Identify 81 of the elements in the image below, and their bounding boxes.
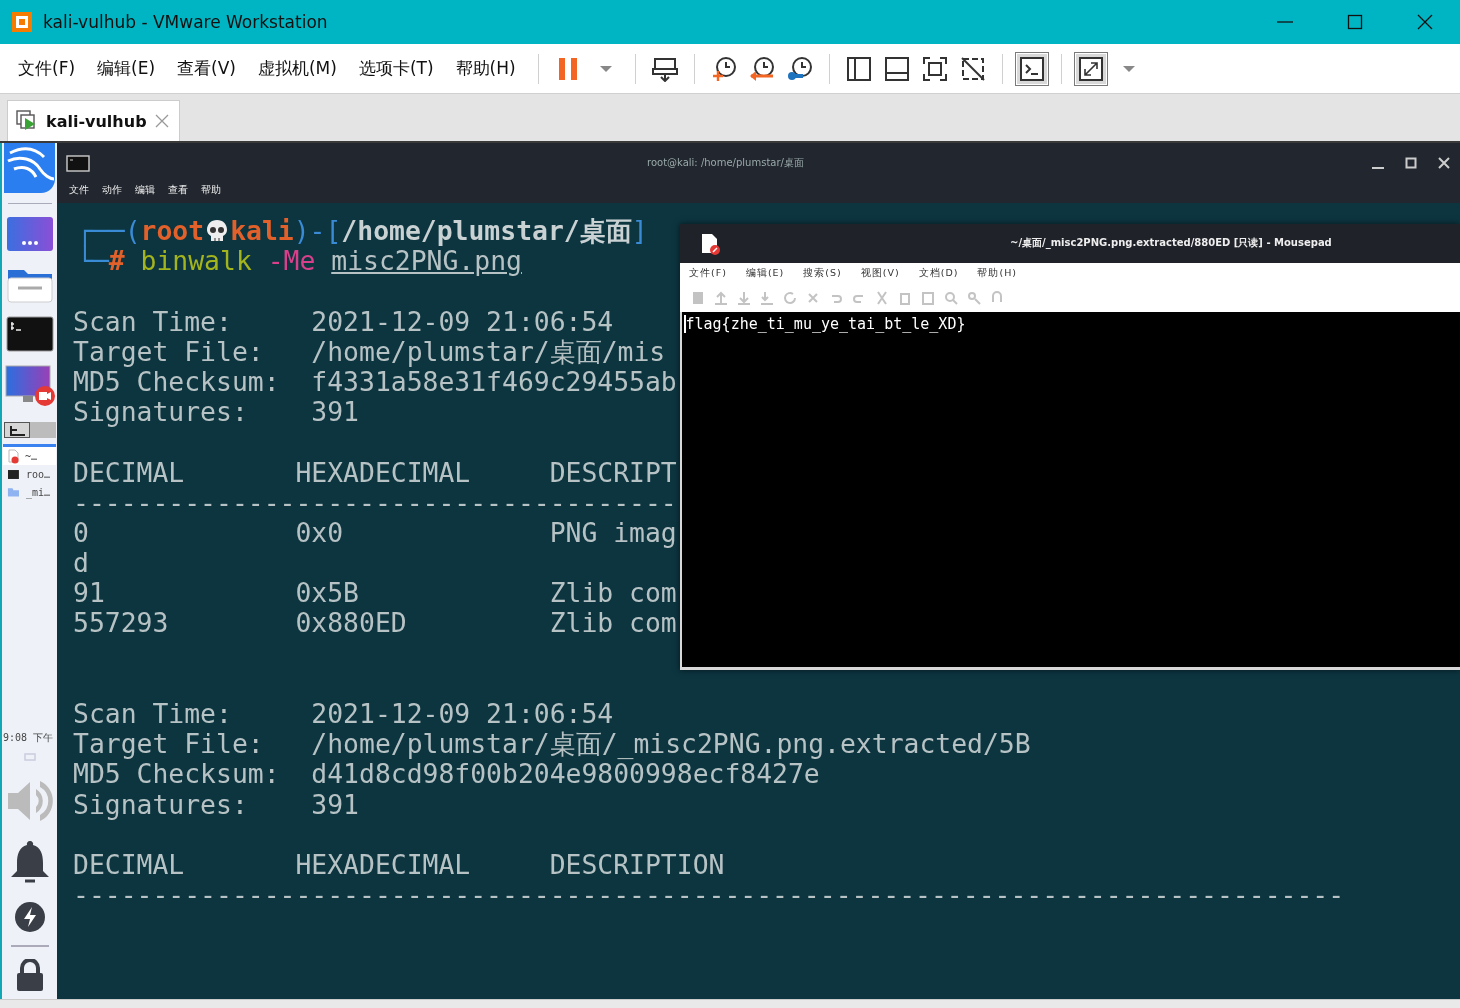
- menu-item[interactable]: 查看(V): [167, 53, 246, 84]
- terminal-title: root@kali: /home/plumstar/桌面: [647, 156, 804, 170]
- maximize-icon: [1347, 14, 1363, 30]
- terminal-icon: [66, 154, 90, 172]
- terminal-line: Signatures: 391: [73, 396, 359, 428]
- vm-play-icon: [16, 110, 38, 132]
- task-button[interactable]: roo…: [3, 465, 56, 483]
- menu-item[interactable]: 帮助(H): [445, 53, 526, 84]
- terminal-line: --------------------------------------: [73, 486, 677, 518]
- terminal-line: d: [73, 547, 89, 579]
- fullscreen-icon: [921, 55, 948, 82]
- crossed-window-icon: [959, 55, 986, 82]
- menu-item[interactable]: 文档(D): [913, 266, 964, 280]
- close-icon: [1437, 157, 1450, 169]
- terminal-icon: [7, 467, 20, 481]
- terminal-line: Scan Time: 2021-12-09 21:06:54: [73, 698, 614, 729]
- minimize-icon: [1277, 21, 1293, 23]
- terminal-line: DECIMAL HEXADECIMAL DESCRIPTION: [73, 848, 725, 880]
- terminal-icon: [1018, 55, 1045, 82]
- clock-plus-icon: [710, 55, 737, 82]
- menu-item[interactable]: 搜索(S): [798, 266, 847, 280]
- menu-item[interactable]: 文件: [63, 183, 95, 197]
- toolbar-button[interactable]: [1014, 51, 1049, 86]
- sidebar-layout-icon: [845, 55, 872, 82]
- terminal-line: Target File: /home/plumstar/桌面/mis: [73, 335, 666, 367]
- terminal-line: MD5 Checksum: d41d8cd98f00b204e9800998ecf8427e: [73, 758, 820, 790]
- app-logo-icon: [11, 11, 33, 33]
- workspace-switcher[interactable]: [3, 422, 56, 438]
- terminal-line: DECIMAL HEXADECIMAL DESCRIPT: [73, 456, 677, 488]
- clock: 9:08 下午: [3, 731, 55, 745]
- terminal-line: Target File: /home/plumstar/桌面/_misc2PNG.png.extracted/5B: [73, 728, 1031, 760]
- terminal-line: --------------------------------------------------------------------------------: [73, 879, 1345, 911]
- kali-menu-button[interactable]: [4, 143, 55, 193]
- menu-item[interactable]: 编辑: [129, 183, 161, 197]
- terminal-line: Scan Time: 2021-12-09 21:06:54: [73, 305, 614, 337]
- close-icon: [1417, 14, 1433, 30]
- terminal-line: 0 0x0 PNG imag: [73, 516, 677, 548]
- prompt-host-path: kali)-[/home/plumstar/桌面]: [230, 216, 648, 247]
- computer-arrow-icon: [651, 55, 678, 82]
- menu-item[interactable]: 文件(F): [684, 266, 732, 280]
- tab-label: kali-vulhub: [46, 111, 147, 131]
- menu-item[interactable]: 动作: [96, 183, 128, 197]
- prompt-user: ┌──(root: [77, 216, 205, 246]
- lock-icon[interactable]: [14, 959, 45, 991]
- clock-wrench-icon: [786, 55, 813, 82]
- text-editor[interactable]: flag{zhe_ti_mu_ye_tai_bt_le_XD}: [680, 312, 1460, 670]
- menu-item[interactable]: 选项卡(T): [348, 53, 444, 84]
- menu-item[interactable]: 文件(F): [8, 53, 86, 84]
- document-icon: [700, 232, 722, 255]
- vm-tab[interactable]: kali-vulhub: [7, 100, 180, 141]
- resize-icon: [1077, 55, 1104, 82]
- clock-arrow-icon: [748, 55, 775, 82]
- bottom-panel-icon: [883, 55, 910, 82]
- task-button[interactable]: ~…: [3, 447, 56, 465]
- folder-icon: [7, 485, 20, 499]
- menu-item[interactable]: 查看: [162, 183, 194, 197]
- command-line: └─# binwalk -Me misc2PNG.png: [77, 246, 522, 277]
- task-button[interactable]: _mi…: [3, 483, 56, 501]
- terminal-line: Signatures: 391: [73, 788, 359, 820]
- menu-item[interactable]: 帮助: [195, 183, 227, 197]
- menu-item[interactable]: 编辑(E): [740, 266, 790, 280]
- window-title: kali-vulhub - VMware Workstation: [43, 12, 328, 32]
- menu-item[interactable]: 编辑(E): [87, 53, 166, 84]
- terminal-icon: [5, 316, 54, 352]
- close-icon[interactable]: [154, 114, 169, 128]
- menu-item[interactable]: 帮助(H): [972, 266, 1022, 280]
- terminal-line: 557293 0x880ED Zlib com: [73, 607, 677, 639]
- screen-recorder-icon: [4, 364, 55, 408]
- editor-title: ~/桌面/_misc2PNG.png.extracted/880ED [只读] - Mousepad: [1010, 236, 1332, 250]
- app-launcher-icon: [5, 216, 54, 252]
- power-icon[interactable]: [13, 901, 46, 933]
- launcher-button[interactable]: [5, 316, 54, 352]
- editor-text: flag{zhe_ti_mu_ye_tai_bt_le_XD}: [685, 315, 966, 333]
- skull-icon: [206, 219, 229, 244]
- menu-item[interactable]: 虚拟机(M): [247, 53, 347, 84]
- terminal-line: 91 0x5B Zlib com: [73, 577, 677, 609]
- menu-item[interactable]: 视图(V): [855, 266, 905, 280]
- toolbar-button[interactable]: [1073, 51, 1108, 86]
- maximize-icon: [1404, 157, 1417, 169]
- document-icon: [7, 448, 19, 464]
- minimize-icon: [1371, 167, 1384, 169]
